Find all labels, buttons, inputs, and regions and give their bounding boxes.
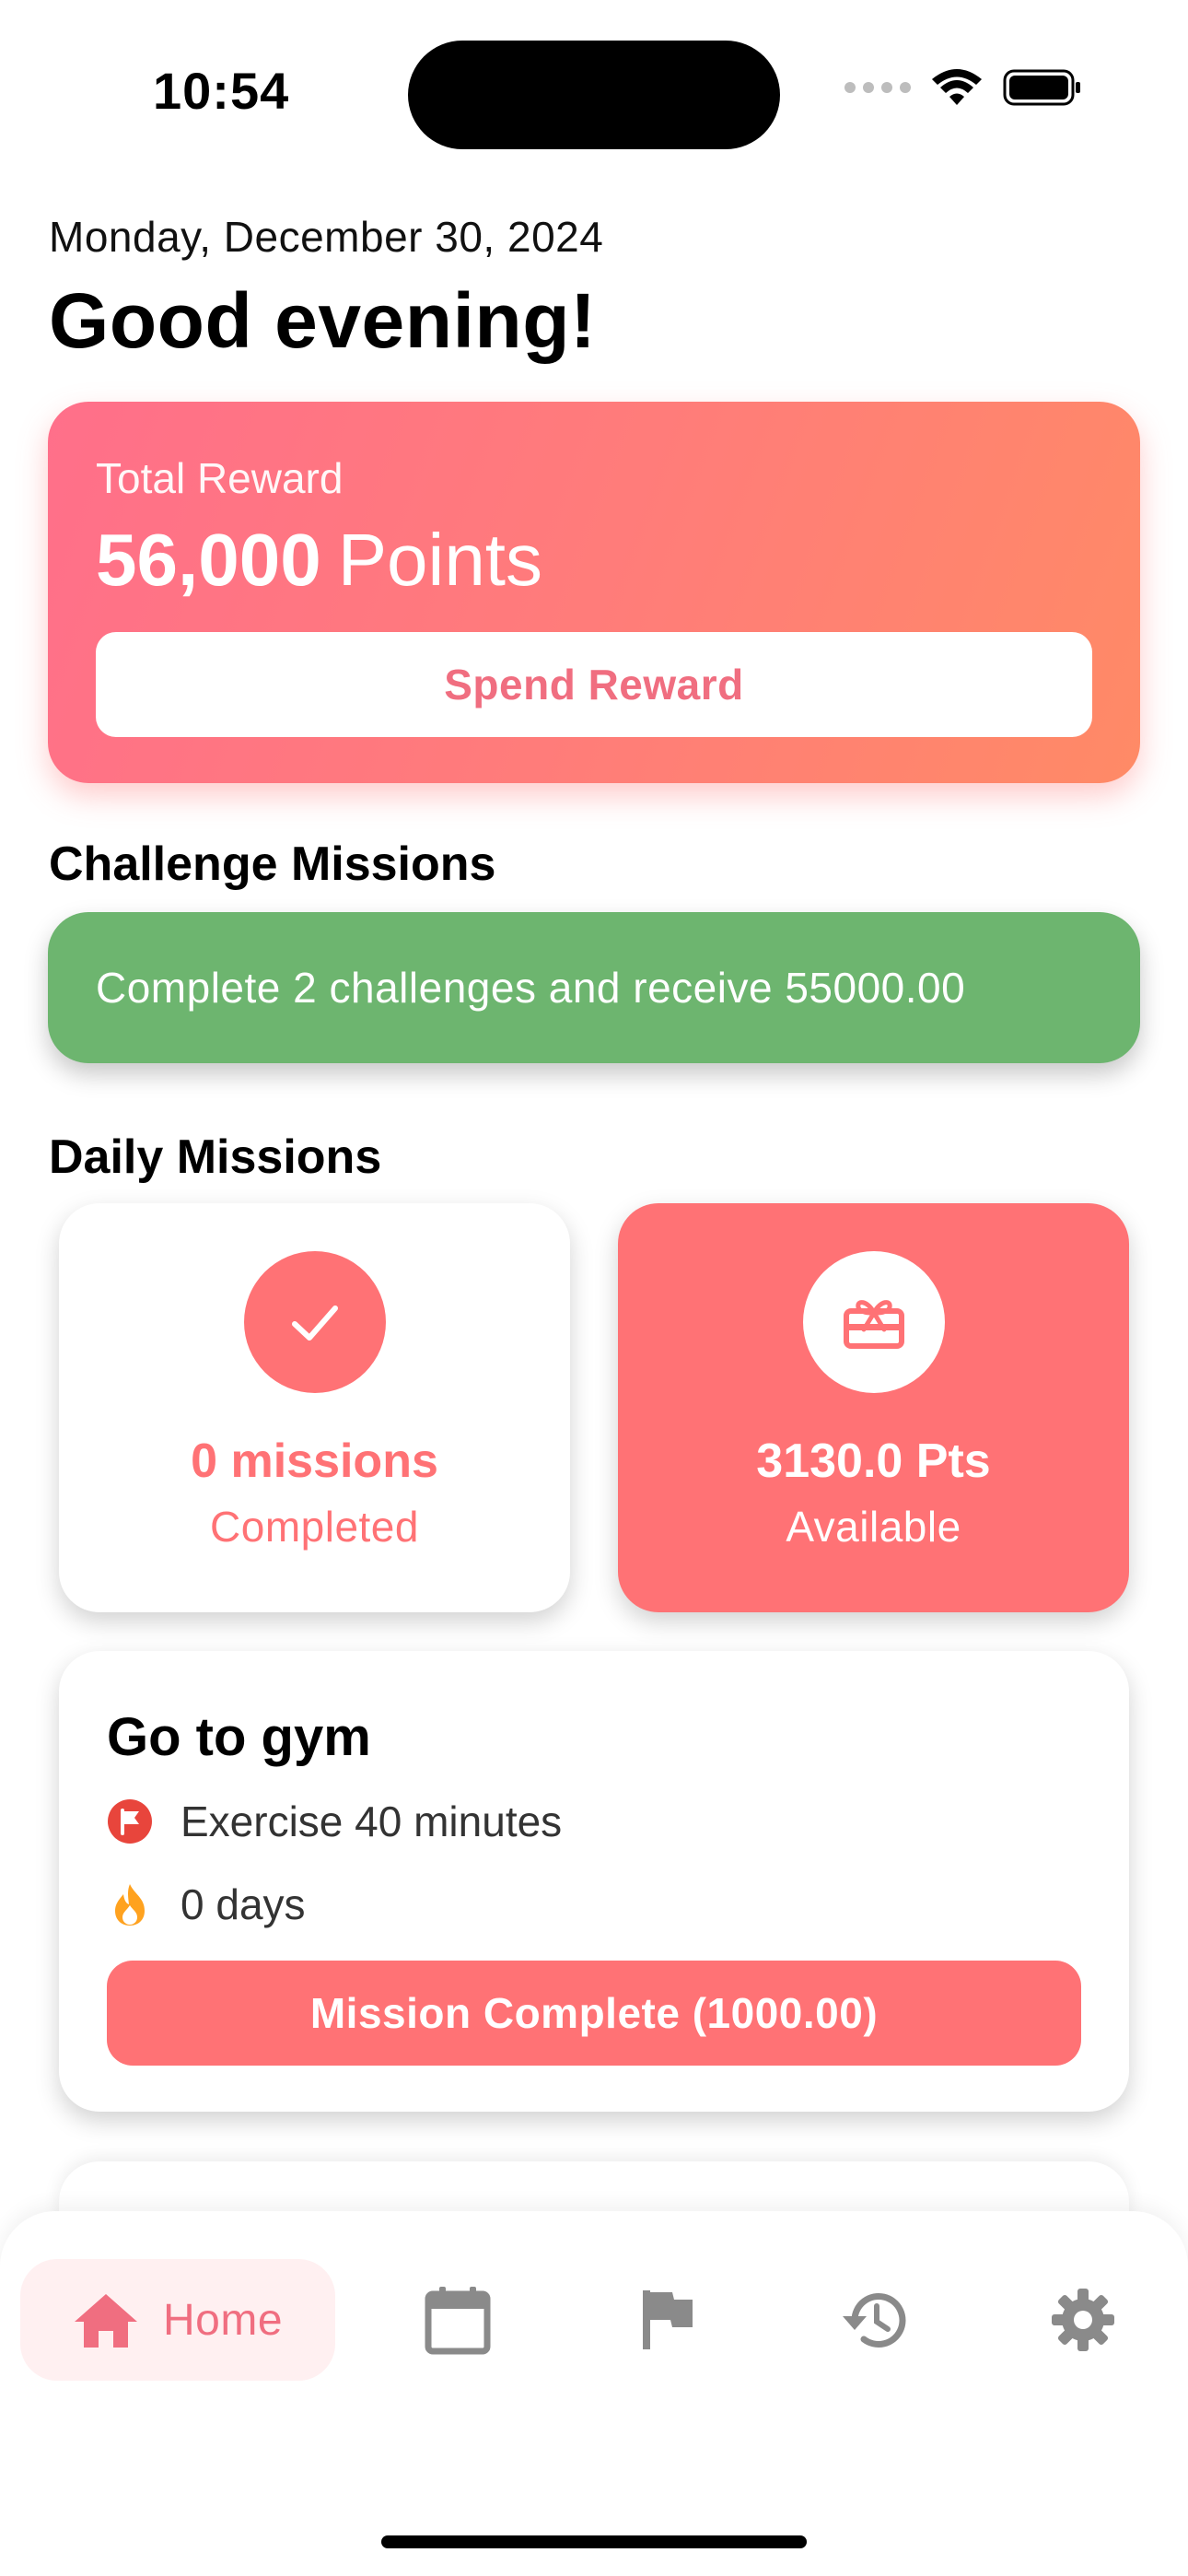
current-date: Monday, December 30, 2024 [49,213,604,261]
bottom-navigation: Home [0,2211,1188,2429]
home-indicator [381,2535,807,2548]
challenge-mission-text: Complete 2 challenges and receive 55000.… [96,964,966,1012]
gift-card-icon [843,1300,904,1349]
total-reward-card: Total Reward 56,000 Points Spend Reward [48,402,1140,783]
challenge-mission-card[interactable]: Complete 2 challenges and receive 55000.… [48,912,1140,1063]
reward-points-value: 56,000 [96,519,321,601]
reward-points-unit: Points [337,519,543,601]
mission-card-go-to-gym: Go to gym Exercise 40 minutes 0 days Mis… [59,1651,1129,2112]
challenge-missions-title: Challenge Missions [49,837,496,891]
nav-home-label: Home [162,2295,284,2345]
completed-missions-label: Completed [210,1503,419,1551]
available-points-value: 3130.0 Pts [756,1434,991,1488]
battery-icon [1003,69,1080,106]
nav-settings-tab[interactable] [1046,2283,1120,2357]
mission-streak-text: 0 days [181,1880,306,1928]
nav-missions-tab[interactable] [630,2283,704,2357]
gift-circle [802,1251,945,1393]
mission-goal-text: Exercise 40 minutes [181,1797,563,1845]
screen: 10:54 Monday, December 30, 2024 Good eve… [0,0,1188,2576]
gear-icon [1052,2289,1114,2351]
greeting-title: Good evening! [49,277,597,364]
check-circle [243,1251,386,1393]
nav-home-tab[interactable]: Home [20,2259,335,2381]
reward-label: Total Reward [96,454,344,502]
bottom-safe-area [0,2429,1188,2576]
mission-goal-row: Exercise 40 minutes [107,1797,562,1846]
cellular-signal-icon [844,82,911,93]
check-icon [291,1306,338,1341]
completed-missions-value: 0 missions [191,1434,438,1488]
spend-reward-button[interactable]: Spend Reward [96,632,1092,737]
history-icon [843,2293,906,2348]
calendar-icon [425,2287,491,2355]
mission-title: Go to gym [107,1707,371,1767]
nav-history-tab[interactable] [836,2283,910,2357]
mission-streak-row: 0 days [107,1879,306,1929]
reward-points: 56,000 Points [96,518,542,603]
status-icons [844,68,1082,107]
available-points-card: 3130.0 Pts Available [618,1203,1129,1612]
wifi-icon [932,69,982,105]
mission-complete-button[interactable]: Mission Complete (1000.00) [107,1961,1081,2066]
nav-calendar-tab[interactable] [421,2283,495,2357]
flag-icon [643,2290,693,2349]
home-icon [74,2294,137,2348]
dynamic-island [408,41,780,149]
daily-missions-title: Daily Missions [49,1130,382,1184]
available-points-label: Available [786,1503,961,1551]
flag-icon [108,1799,152,1844]
completed-missions-card: 0 missions Completed [59,1203,570,1612]
fire-icon [115,1884,145,1926]
status-time: 10:54 [153,62,290,120]
